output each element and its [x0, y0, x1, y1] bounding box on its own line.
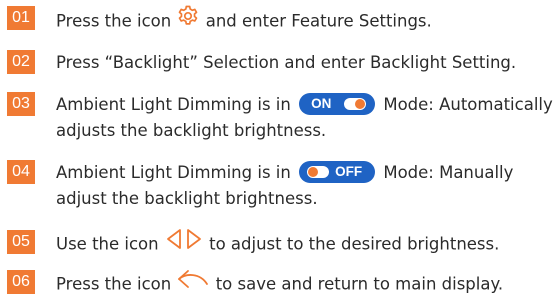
step-text: Press “Backlight” Selection and enter Ba… — [56, 53, 517, 72]
step-text-after: to adjust to the desired brightness. — [209, 234, 500, 254]
step-text-line2: adjusts the backlight brightness. — [56, 121, 327, 140]
step-text-before: Press the icon — [56, 11, 172, 31]
step-text: Press the icon and enter Feature Setting… — [56, 4, 556, 38]
off-toggle-icon: OFF — [299, 160, 376, 183]
step-number: 05 — [7, 230, 35, 254]
step-text: Press the icon to save and return to mai… — [56, 270, 556, 300]
step-number: 04 — [7, 160, 35, 184]
toggle-knob — [344, 97, 367, 110]
step-text-before: Use the icon — [56, 234, 159, 254]
step-text-after: Mode: Manually — [383, 163, 514, 182]
step-number: 06 — [7, 270, 35, 294]
step-text-after: and enter Feature Settings. — [205, 11, 432, 31]
left-right-arrows-icon — [164, 228, 204, 258]
return-arrow-icon — [176, 268, 210, 298]
toggle-label: ON — [311, 95, 332, 111]
on-toggle-icon: ON — [299, 92, 376, 115]
step-text-before: Ambient Light Dimming is in — [56, 95, 291, 114]
step-text-line2: adjust the backlight brightness. — [56, 189, 318, 208]
step-text-before: Press the icon — [56, 274, 172, 294]
step-number: 01 — [7, 6, 35, 30]
toggle-knob — [307, 165, 330, 178]
step-text: Ambient Light Dimming is in OFF Mode: Ma… — [56, 160, 556, 212]
step-text-after: to save and return to main display. — [215, 274, 504, 294]
step-number: 03 — [7, 92, 35, 116]
toggle-label: OFF — [335, 163, 363, 179]
step-text-after: Mode: Automatically — [383, 95, 553, 114]
gear-icon — [176, 4, 200, 36]
step-text: Use the icon to adjust to the desired br… — [56, 228, 556, 260]
step-text: Ambient Light Dimming is in ON Mode: Aut… — [56, 92, 556, 144]
step-text-before: Ambient Light Dimming is in — [56, 163, 291, 182]
step-number: 02 — [7, 50, 35, 74]
